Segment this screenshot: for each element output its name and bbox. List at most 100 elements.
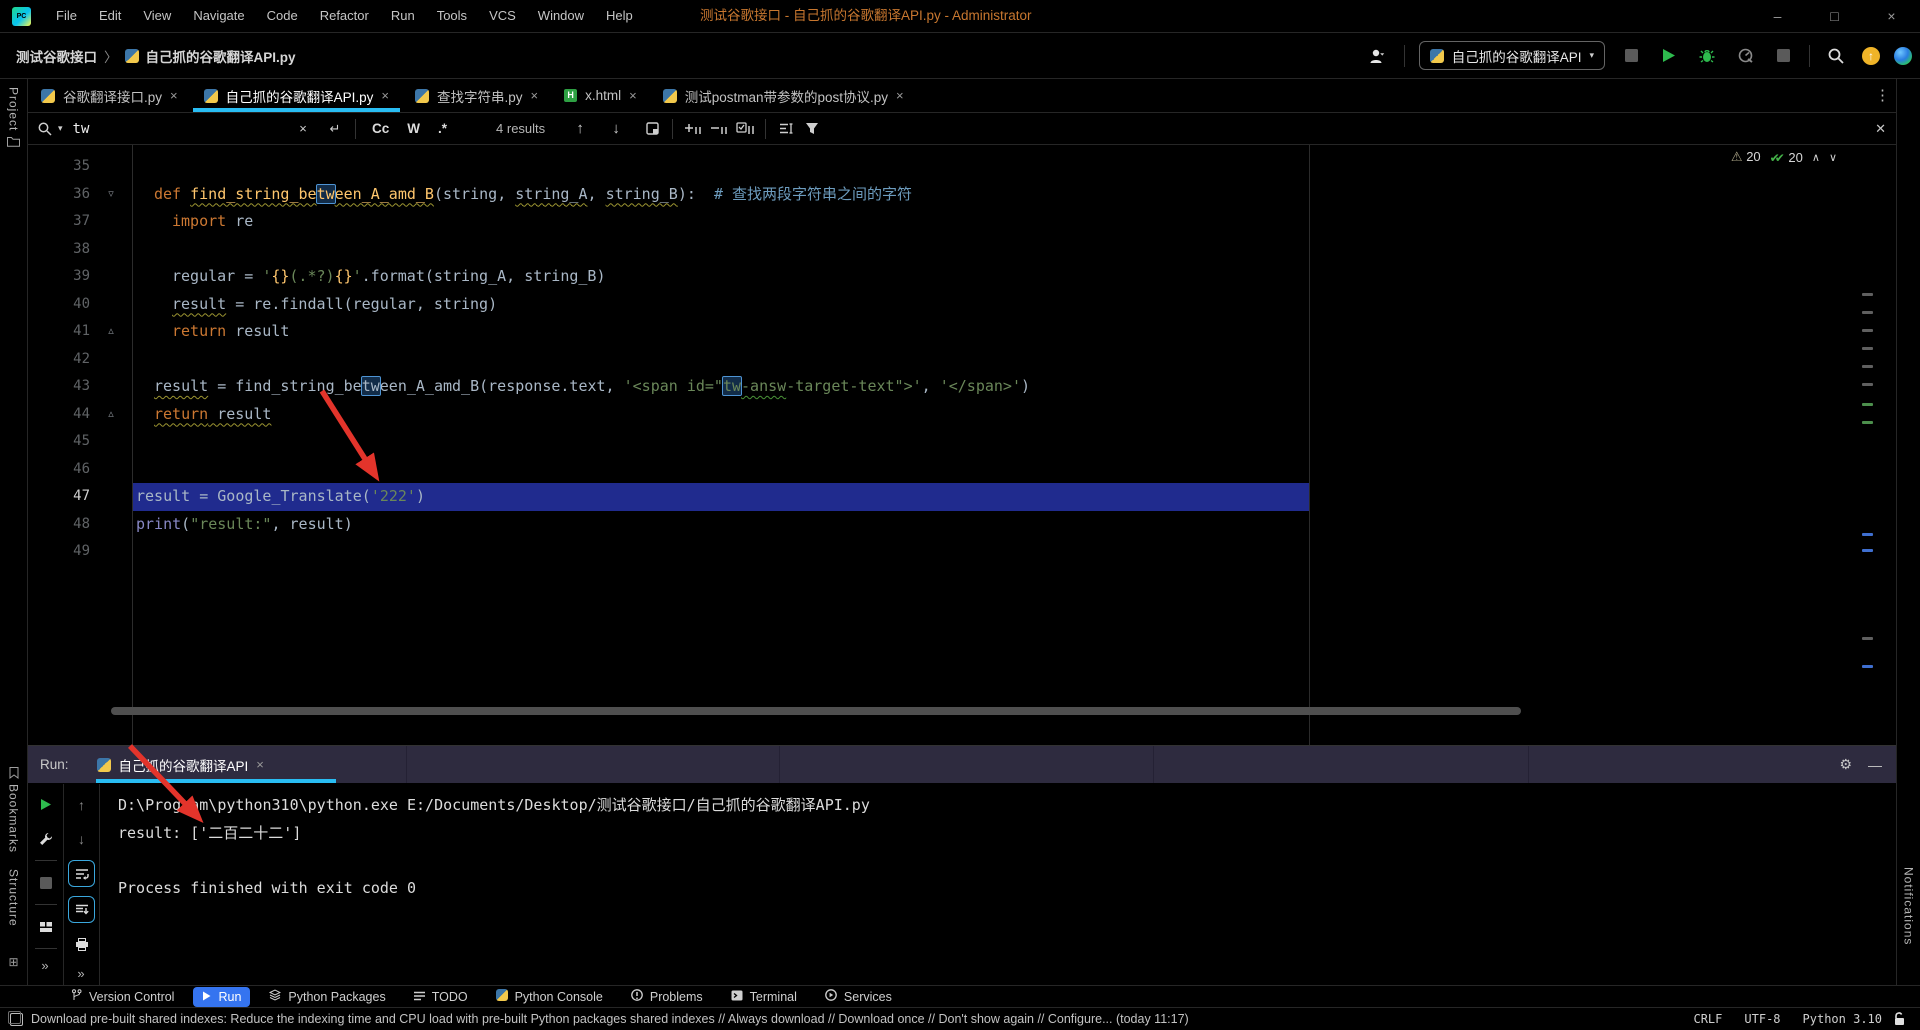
stripe-mark[interactable] [1862, 403, 1873, 406]
sidebar-item-bookmarks[interactable]: Bookmarks [0, 767, 27, 853]
toolwindow-button-terminal[interactable]: Terminal [722, 987, 806, 1007]
menu-file[interactable]: File [45, 0, 88, 32]
editor-tab[interactable]: 查找字符串.py× [402, 79, 551, 112]
menu-run[interactable]: Run [380, 0, 426, 32]
scroll-to-end-toggle[interactable] [68, 896, 95, 923]
editor-tab[interactable]: 谷歌翻译接口.py× [28, 79, 191, 112]
restore-button[interactable]: □ [1806, 0, 1863, 31]
plugin-sphere-icon[interactable] [1894, 47, 1912, 65]
status-message[interactable]: Download pre-built shared indexes: Reduc… [31, 1012, 1189, 1026]
sidebar-item-notifications[interactable]: Notifications [1897, 867, 1920, 945]
stripe-mark[interactable] [1862, 365, 1873, 368]
new-line-icon[interactable]: ↵ [322, 118, 348, 140]
search-everywhere-icon[interactable] [1824, 44, 1848, 68]
menu-window[interactable]: Window [527, 0, 595, 32]
toolwindow-button-python-packages[interactable]: Python Packages [260, 987, 394, 1007]
sidebar-item-project[interactable]: Project [0, 87, 27, 147]
hide-tool-window-icon[interactable]: — [1868, 757, 1882, 773]
stripe-mark[interactable] [1862, 347, 1873, 350]
more-actions-icon[interactable]: » [77, 966, 85, 981]
tab-close-icon[interactable]: × [896, 88, 904, 103]
tab-close-icon[interactable]: × [531, 88, 539, 103]
stripe-mark[interactable] [1862, 533, 1873, 536]
search-history-caret-icon[interactable]: ▾ [58, 123, 63, 134]
line-ending-indicator[interactable]: CRLF [1693, 1012, 1722, 1026]
stripe-mark[interactable] [1862, 421, 1873, 424]
whole-words-toggle[interactable]: W [398, 121, 429, 136]
menu-help[interactable]: Help [595, 0, 644, 32]
editor-tab[interactable]: 测试postman带参数的post协议.py× [650, 79, 917, 112]
restore-layout-icon[interactable] [33, 914, 58, 939]
menu-edit[interactable]: Edit [88, 0, 132, 32]
editor-tab[interactable]: Hx.html× [551, 79, 650, 112]
debug-button[interactable] [1695, 44, 1719, 68]
inspections-widget[interactable]: ⚠ 20 ✔✔ 20 ∧ ∨ [1731, 149, 1837, 165]
toolwindow-button-version-control[interactable]: Version Control [62, 987, 183, 1007]
menu-navigate[interactable]: Navigate [182, 0, 255, 32]
menu-view[interactable]: View [132, 0, 182, 32]
tab-close-icon[interactable]: × [170, 88, 178, 103]
interpreter-indicator[interactable]: Python 3.10 [1803, 1012, 1882, 1026]
search-input[interactable]: ▾ tw × ↵ [28, 118, 348, 140]
add-occurrence-button[interactable] [680, 118, 706, 140]
menu-tools[interactable]: Tools [426, 0, 478, 32]
run-console-output[interactable]: D:\Program\python310\python.exe E:/Docum… [100, 784, 1896, 989]
more-actions-icon[interactable]: » [41, 958, 49, 973]
soft-wrap-toggle[interactable] [68, 860, 95, 887]
stripe-mark[interactable] [1862, 665, 1873, 668]
search-filter-button[interactable] [773, 118, 799, 140]
breadcrumb-file[interactable]: 自己抓的谷歌翻译API.py [146, 46, 296, 66]
user-account-icon[interactable] [1366, 44, 1390, 68]
edit-configuration-wrench-icon[interactable] [33, 826, 58, 851]
previous-occurrence-button[interactable]: ↑ [567, 118, 593, 140]
fold-marker[interactable]: ▵ [90, 318, 132, 346]
next-occurrence-button[interactable]: ↓ [603, 118, 629, 140]
run-settings-gear-icon[interactable]: ⚙ [1839, 756, 1852, 773]
tool-window-switcher[interactable]: ⊞ [0, 955, 27, 969]
readonly-lock-icon[interactable] [1893, 1012, 1906, 1026]
menu-refactor[interactable]: Refactor [309, 0, 380, 32]
rerun-button[interactable] [33, 792, 58, 817]
toolwindow-button-run[interactable]: Run [193, 987, 250, 1007]
remove-occurrence-button[interactable] [706, 118, 732, 140]
run-tab[interactable]: 自己抓的谷歌翻译API × [97, 755, 264, 775]
toolwindow-button-python-console[interactable]: Python Console [487, 987, 612, 1007]
stripe-mark[interactable] [1862, 549, 1873, 552]
stripe-mark[interactable] [1862, 637, 1873, 640]
editor-tab[interactable]: 自己抓的谷歌翻译API.py× [191, 79, 402, 112]
encoding-indicator[interactable]: UTF-8 [1744, 1012, 1780, 1026]
fold-marker[interactable]: ▵ [90, 401, 132, 429]
more-tabs-icon[interactable]: ⋮ [1875, 86, 1890, 104]
close-find-bar-icon[interactable]: ✕ [1875, 121, 1886, 137]
error-stripe[interactable] [1860, 145, 1876, 745]
profiler-button[interactable] [1733, 44, 1757, 68]
toolwindow-button-problems[interactable]: Problems [622, 987, 712, 1007]
select-all-occurrences-button[interactable] [732, 118, 758, 140]
code-editor[interactable]: 3536▿def find_string_between_A_amd_B(str… [28, 145, 1896, 745]
stripe-mark[interactable] [1862, 383, 1873, 386]
menu-vcs[interactable]: VCS [478, 0, 527, 32]
toolwindow-button-todo[interactable]: TODO [405, 987, 477, 1007]
breadcrumb-project[interactable]: 测试谷歌接口 [16, 46, 97, 66]
tab-close-icon[interactable]: × [381, 88, 389, 103]
next-problem-icon[interactable]: ∨ [1829, 151, 1837, 164]
funnel-filter-icon[interactable] [799, 118, 825, 140]
print-icon[interactable] [69, 932, 94, 957]
toolwindow-button-services[interactable]: Services [816, 987, 901, 1007]
stripe-mark[interactable] [1862, 329, 1873, 332]
previous-problem-icon[interactable]: ∧ [1812, 151, 1820, 164]
menu-code[interactable]: Code [256, 0, 309, 32]
tab-close-icon[interactable]: × [629, 88, 637, 103]
stripe-mark[interactable] [1862, 293, 1873, 296]
open-in-find-window-button[interactable] [639, 118, 665, 140]
stripe-mark[interactable] [1862, 311, 1873, 314]
regex-toggle[interactable]: .* [429, 121, 456, 136]
sidebar-item-structure[interactable]: Structure [0, 869, 27, 927]
close-button[interactable]: × [1863, 0, 1920, 31]
run-button[interactable] [1657, 44, 1681, 68]
clear-search-icon[interactable]: × [290, 118, 316, 140]
run-tab-close-icon[interactable]: × [256, 757, 264, 772]
horizontal-scrollbar[interactable] [111, 707, 1521, 715]
run-configuration-select[interactable]: 自己抓的谷歌翻译API ▾ [1419, 41, 1605, 70]
match-case-toggle[interactable]: Cc [363, 121, 398, 136]
